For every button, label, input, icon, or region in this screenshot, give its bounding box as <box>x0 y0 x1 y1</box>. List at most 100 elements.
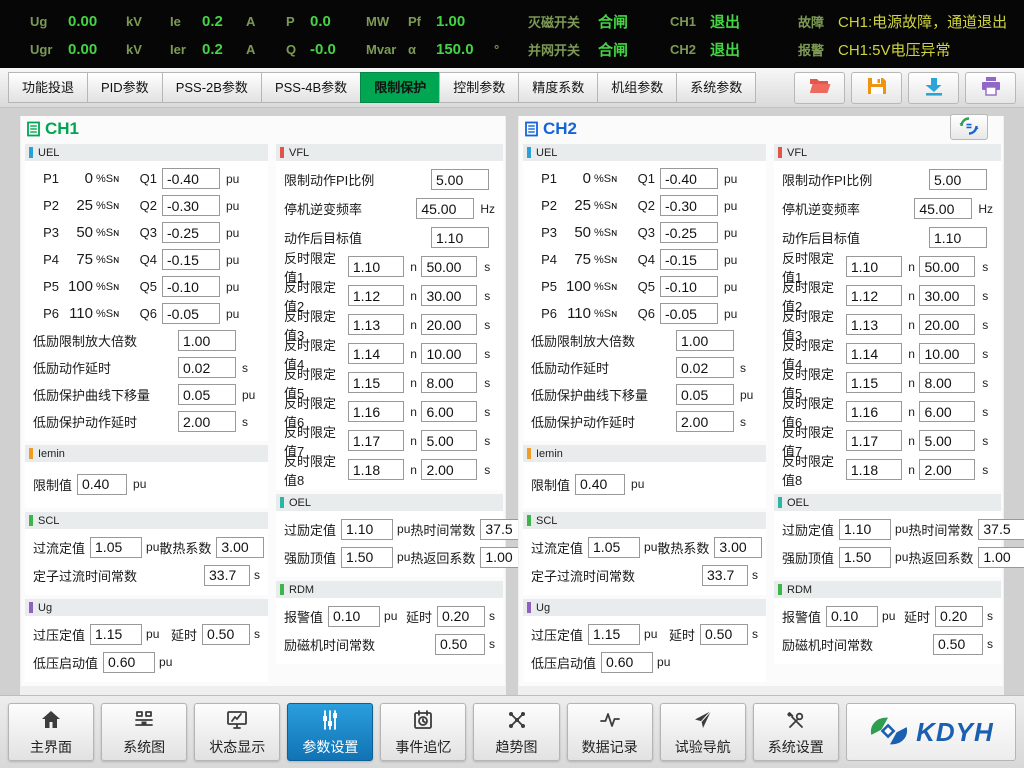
iemin-input[interactable] <box>77 474 127 495</box>
tab-system-params[interactable]: 系统参数 <box>676 72 756 103</box>
tab-pss2b-params[interactable]: PSS-2B参数 <box>162 72 262 103</box>
vfl-param-input[interactable] <box>914 198 972 219</box>
nav-trend-chart[interactable]: 趋势图 <box>473 703 559 761</box>
inv-s-input[interactable] <box>919 430 975 451</box>
open-file-button[interactable] <box>794 72 845 104</box>
stator-time-input[interactable] <box>702 565 748 586</box>
inv-s-input[interactable] <box>421 285 477 306</box>
inv-s-input[interactable] <box>919 285 975 306</box>
inv-n-input[interactable] <box>348 430 404 451</box>
overcurrent-input[interactable] <box>90 537 142 558</box>
tab-limit-protection[interactable]: 限制保护 <box>360 72 440 103</box>
stator-time-input[interactable] <box>204 565 250 586</box>
ceiling-input[interactable] <box>839 547 891 568</box>
inv-n-input[interactable] <box>348 256 404 277</box>
overexc-input[interactable] <box>839 519 891 540</box>
q-value-input[interactable] <box>660 276 718 297</box>
overvoltage-input[interactable] <box>588 624 640 645</box>
sync-channels-button[interactable] <box>950 114 988 140</box>
inv-s-input[interactable] <box>919 343 975 364</box>
param-input[interactable] <box>178 384 236 405</box>
overcurrent-input[interactable] <box>588 537 640 558</box>
vfl-param-input[interactable] <box>929 227 987 248</box>
inv-s-input[interactable] <box>919 256 975 277</box>
iemin-input[interactable] <box>575 474 625 495</box>
inv-s-input[interactable] <box>919 372 975 393</box>
inv-s-input[interactable] <box>919 459 975 480</box>
q-value-input[interactable] <box>660 195 718 216</box>
delay-input[interactable] <box>202 624 250 645</box>
tab-pid-params[interactable]: PID参数 <box>87 72 163 103</box>
thermal-return-input[interactable] <box>978 547 1024 568</box>
inv-s-input[interactable] <box>421 430 477 451</box>
inv-n-input[interactable] <box>846 343 902 364</box>
q-value-input[interactable] <box>660 168 718 189</box>
q-value-input[interactable] <box>660 222 718 243</box>
save-button[interactable] <box>851 72 902 104</box>
rdm-delay-input[interactable] <box>935 606 983 627</box>
lowvolt-start-input[interactable] <box>103 652 155 673</box>
inv-s-input[interactable] <box>421 256 477 277</box>
q-value-input[interactable] <box>660 249 718 270</box>
tab-function-enable[interactable]: 功能投退 <box>8 72 88 103</box>
tab-accuracy-coeff[interactable]: 精度系数 <box>518 72 598 103</box>
inv-n-input[interactable] <box>348 285 404 306</box>
inv-n-input[interactable] <box>348 372 404 393</box>
vfl-param-input[interactable] <box>431 227 489 248</box>
inv-s-input[interactable] <box>421 401 477 422</box>
inv-s-input[interactable] <box>919 314 975 335</box>
param-input[interactable] <box>178 411 236 432</box>
heat-coeff-input[interactable] <box>714 537 762 558</box>
q-value-input[interactable] <box>162 222 220 243</box>
print-button[interactable] <box>965 72 1016 104</box>
inv-n-input[interactable] <box>348 314 404 335</box>
inv-n-input[interactable] <box>846 256 902 277</box>
overexc-input[interactable] <box>341 519 393 540</box>
q-value-input[interactable] <box>162 195 220 216</box>
tab-control-params[interactable]: 控制参数 <box>439 72 519 103</box>
nav-main-screen[interactable]: 主界面 <box>8 703 94 761</box>
inv-s-input[interactable] <box>421 459 477 480</box>
lowvolt-start-input[interactable] <box>601 652 653 673</box>
inv-s-input[interactable] <box>421 372 477 393</box>
nav-system-diagram[interactable]: 系统图 <box>101 703 187 761</box>
tab-unit-params[interactable]: 机组参数 <box>597 72 677 103</box>
overvoltage-input[interactable] <box>90 624 142 645</box>
download-button[interactable] <box>908 72 959 104</box>
param-input[interactable] <box>676 411 734 432</box>
inv-s-input[interactable] <box>421 343 477 364</box>
thermal-time-input[interactable] <box>978 519 1024 540</box>
exciter-time-input[interactable] <box>435 634 485 655</box>
delay-input[interactable] <box>700 624 748 645</box>
inv-n-input[interactable] <box>846 459 902 480</box>
alarm-value-input[interactable] <box>826 606 878 627</box>
inv-n-input[interactable] <box>846 372 902 393</box>
q-value-input[interactable] <box>162 168 220 189</box>
inv-n-input[interactable] <box>348 459 404 480</box>
nav-event-recall[interactable]: 事件追忆 <box>380 703 466 761</box>
vfl-param-input[interactable] <box>416 198 474 219</box>
param-input[interactable] <box>676 357 734 378</box>
param-input[interactable] <box>178 330 236 351</box>
inv-n-input[interactable] <box>846 285 902 306</box>
nav-parameter-settings[interactable]: 参数设置 <box>287 703 373 761</box>
nav-status-display[interactable]: 状态显示 <box>194 703 280 761</box>
nav-test-navigation[interactable]: 试验导航 <box>660 703 746 761</box>
inv-n-input[interactable] <box>348 401 404 422</box>
inv-n-input[interactable] <box>846 314 902 335</box>
ceiling-input[interactable] <box>341 547 393 568</box>
inv-n-input[interactable] <box>846 430 902 451</box>
q-value-input[interactable] <box>660 303 718 324</box>
vfl-param-input[interactable] <box>431 169 489 190</box>
exciter-time-input[interactable] <box>933 634 983 655</box>
inv-n-input[interactable] <box>846 401 902 422</box>
q-value-input[interactable] <box>162 249 220 270</box>
inv-n-input[interactable] <box>348 343 404 364</box>
param-input[interactable] <box>676 330 734 351</box>
q-value-input[interactable] <box>162 276 220 297</box>
vendor-logo-button[interactable]: KDYH <box>846 703 1016 761</box>
inv-s-input[interactable] <box>919 401 975 422</box>
param-input[interactable] <box>676 384 734 405</box>
inv-s-input[interactable] <box>421 314 477 335</box>
nav-data-record[interactable]: 数据记录 <box>567 703 653 761</box>
